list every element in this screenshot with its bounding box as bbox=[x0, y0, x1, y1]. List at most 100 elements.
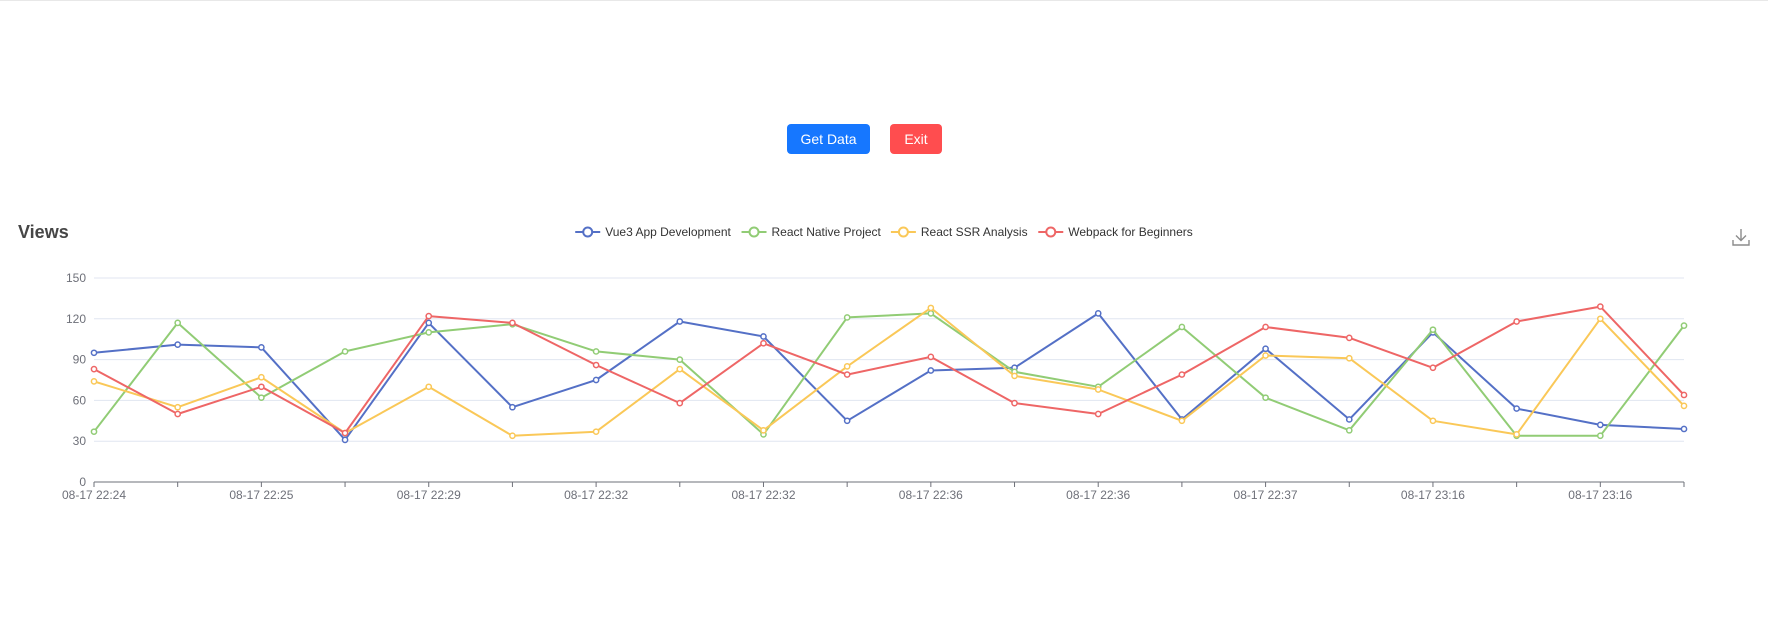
data-point bbox=[592, 376, 600, 384]
data-point bbox=[676, 365, 684, 373]
legend-item[interactable]: React SSR Analysis bbox=[890, 225, 1028, 239]
data-point bbox=[509, 403, 516, 411]
legend-marker bbox=[748, 226, 760, 238]
data-point bbox=[1345, 416, 1353, 423]
data-point bbox=[592, 428, 600, 436]
top-divider bbox=[0, 0, 1768, 1]
data-point bbox=[1345, 426, 1353, 434]
get-data-button[interactable]: Get Data bbox=[787, 124, 870, 154]
data-point bbox=[258, 373, 265, 381]
y-tick-label: 120 bbox=[66, 312, 86, 326]
data-point bbox=[1680, 425, 1688, 433]
data-point bbox=[1262, 394, 1269, 402]
data-point bbox=[1429, 326, 1437, 334]
data-point bbox=[90, 378, 98, 385]
data-point bbox=[1680, 391, 1688, 399]
data-point bbox=[927, 310, 935, 317]
legend-item[interactable]: Vue3 App Development bbox=[575, 225, 732, 239]
data-point bbox=[425, 319, 433, 327]
data-point bbox=[1011, 399, 1018, 407]
x-tick-label: 08-17 22:29 bbox=[397, 488, 461, 502]
x-tick-label: 08-17 22:32 bbox=[564, 488, 628, 502]
data-point bbox=[1178, 371, 1186, 378]
data-point bbox=[1345, 354, 1353, 362]
series-2 bbox=[90, 304, 1688, 440]
data-point bbox=[90, 365, 98, 373]
data-point bbox=[341, 436, 349, 444]
data-point bbox=[927, 304, 935, 312]
data-point bbox=[927, 367, 935, 374]
x-tick-label: 08-17 22:36 bbox=[1066, 488, 1130, 502]
data-point bbox=[1680, 402, 1688, 410]
x-tick-label: 08-17 23:16 bbox=[1568, 488, 1632, 502]
series-line bbox=[93, 305, 1685, 434]
legend-label: React Native Project bbox=[772, 225, 882, 239]
x-tick-label: 08-17 22:25 bbox=[229, 488, 293, 502]
data-point bbox=[258, 394, 265, 402]
series-line bbox=[93, 306, 1685, 437]
data-point bbox=[258, 344, 265, 351]
series-line bbox=[93, 312, 1685, 437]
data-point bbox=[843, 363, 851, 370]
data-point bbox=[1262, 345, 1269, 353]
data-point bbox=[676, 399, 684, 407]
data-point bbox=[1596, 432, 1604, 440]
legend-label: React SSR Analysis bbox=[921, 225, 1028, 239]
data-point bbox=[174, 319, 182, 327]
data-point bbox=[341, 429, 349, 437]
x-tick-label: 08-17 22:37 bbox=[1234, 488, 1298, 502]
data-point bbox=[676, 356, 684, 363]
series-line bbox=[93, 312, 1685, 441]
x-tick-label: 08-17 22:32 bbox=[731, 488, 795, 502]
data-point bbox=[927, 353, 935, 361]
exit-button[interactable]: Exit bbox=[890, 124, 942, 154]
data-point bbox=[1094, 410, 1102, 418]
data-point bbox=[425, 383, 433, 391]
data-point bbox=[341, 348, 349, 355]
y-tick-label: 150 bbox=[66, 271, 86, 285]
data-point bbox=[676, 318, 684, 325]
data-point bbox=[1178, 417, 1186, 425]
data-point bbox=[174, 410, 182, 418]
data-point bbox=[425, 329, 433, 336]
y-tick-label: 0 bbox=[79, 475, 86, 489]
data-point bbox=[509, 432, 516, 440]
x-tick-label: 08-17 22:36 bbox=[899, 488, 963, 502]
data-point bbox=[760, 426, 767, 434]
data-point bbox=[1262, 352, 1269, 359]
legend-marker bbox=[582, 226, 594, 238]
data-point bbox=[174, 341, 182, 348]
legend-label: Vue3 App Development bbox=[605, 225, 731, 239]
data-point bbox=[1262, 323, 1269, 331]
legend-marker bbox=[897, 226, 909, 238]
data-point bbox=[1513, 318, 1520, 325]
data-point bbox=[592, 348, 600, 355]
y-tick-label: 90 bbox=[73, 353, 87, 367]
y-tick-label: 30 bbox=[73, 434, 87, 448]
data-point bbox=[843, 417, 851, 425]
legend-item[interactable]: React Native Project bbox=[741, 225, 882, 239]
x-tick-label: 08-17 22:24 bbox=[62, 488, 126, 502]
x-tick-label: 08-17 23:16 bbox=[1401, 488, 1465, 502]
data-point bbox=[1178, 323, 1186, 331]
data-point bbox=[1513, 431, 1520, 438]
data-point bbox=[174, 403, 182, 411]
legend-marker bbox=[1045, 226, 1057, 238]
data-point bbox=[1596, 315, 1604, 323]
data-point bbox=[1429, 364, 1437, 372]
line-chart: 0 30 60 90 120 150 08-17 22:24 08-17 22:25 08-17… bbox=[62, 225, 1688, 502]
data-point bbox=[258, 383, 265, 391]
data-point bbox=[843, 314, 851, 321]
data-point bbox=[1429, 417, 1437, 425]
y-tick-label: 60 bbox=[73, 393, 87, 407]
legend-item[interactable]: Webpack for Beginners bbox=[1038, 225, 1193, 239]
data-point bbox=[1094, 386, 1102, 393]
data-point bbox=[1011, 372, 1018, 380]
data-point bbox=[90, 349, 98, 357]
data-point bbox=[760, 339, 767, 347]
data-point bbox=[1680, 322, 1688, 329]
data-point bbox=[425, 312, 433, 320]
data-point bbox=[1596, 421, 1604, 429]
data-point bbox=[843, 371, 851, 378]
data-point bbox=[1513, 405, 1520, 412]
